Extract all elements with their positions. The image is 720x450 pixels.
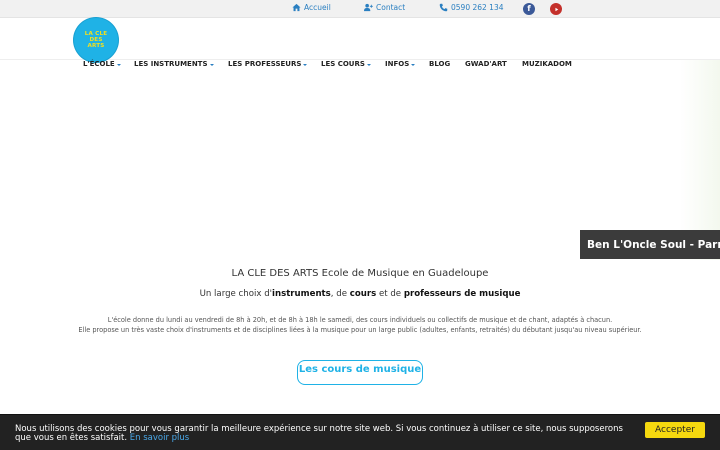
- top-bar: Accueil Contact 0590 262 134 f: [0, 0, 720, 18]
- courses-button[interactable]: Les cours de musique: [297, 360, 423, 385]
- subtitle-instruments: instruments: [272, 289, 331, 299]
- page: Accueil Contact 0590 262 134 f LA CLE DE…: [0, 0, 720, 450]
- youtube-link[interactable]: [550, 3, 562, 15]
- nav-item-label: LES COURS: [321, 60, 365, 68]
- nav-item-label: LES INSTRUMENTS: [134, 60, 208, 68]
- video-title: Ben L'Oncle Soul - Parr: [587, 238, 720, 251]
- school-description: L'école donne du lundi au vendredi de 8h…: [70, 315, 650, 335]
- subtitle-text: , de: [330, 289, 350, 299]
- site-header: LA CLE DES ARTS: [0, 18, 720, 62]
- subtitle-text: et de: [376, 289, 404, 299]
- phone-number: 0590 262 134: [451, 3, 504, 12]
- nav-item-label: GWAD'ART: [465, 60, 507, 68]
- phone-icon: [439, 3, 448, 12]
- nav-item-professeurs[interactable]: LES PROFESSEURS: [228, 60, 308, 68]
- main-nav: L'ÉCOLE LES INSTRUMENTS LES PROFESSEURS …: [0, 60, 720, 74]
- nav-item-label: INFOS: [385, 60, 410, 68]
- nav-item-instruments[interactable]: LES INSTRUMENTS: [134, 60, 214, 68]
- page-title: LA CLE DES ARTS Ecole de Musique en Guad…: [231, 268, 489, 279]
- nav-item-label: L'ÉCOLE: [83, 60, 115, 68]
- contact-link[interactable]: Contact: [364, 3, 405, 12]
- caret-down-icon: [366, 63, 371, 66]
- site-logo[interactable]: LA CLE DES ARTS: [74, 18, 118, 62]
- nav-item-label: MUZIKADOM: [522, 60, 572, 68]
- caret-down-icon: [116, 63, 121, 66]
- description-line: L'école donne du lundi au vendredi de 8h…: [107, 316, 613, 324]
- facebook-link[interactable]: f: [523, 3, 535, 15]
- subtitle-professeurs: professeurs de musique: [403, 289, 521, 299]
- nav-item-infos[interactable]: INFOS: [385, 60, 416, 68]
- nav-item-cours[interactable]: LES COURS: [321, 60, 371, 68]
- contact-link-label: Contact: [376, 3, 406, 12]
- youtube-icon: [554, 7, 558, 11]
- cookie-banner: Nous utilisons des cookies pour vous gar…: [0, 414, 720, 450]
- nav-item-blog[interactable]: BLOG: [429, 60, 450, 68]
- home-link-label: Accueil: [304, 3, 331, 12]
- learn-more-link[interactable]: En savoir plus: [130, 433, 189, 443]
- description-line: Elle propose un très vaste choix d'instr…: [78, 326, 642, 334]
- caret-down-icon: [411, 63, 416, 66]
- page-subtitle: Un large choix d'instruments, de cours e…: [0, 289, 720, 299]
- subtitle-cours: cours: [349, 289, 377, 299]
- nav-item-muzikadom[interactable]: MUZIKADOM: [522, 60, 572, 68]
- caret-down-icon: [303, 63, 308, 66]
- cookie-text: Nous utilisons des cookies pour vous gar…: [15, 424, 623, 443]
- nav-item-label: BLOG: [429, 60, 451, 68]
- nav-item-label: LES PROFESSEURS: [228, 60, 302, 68]
- subtitle-text: Un large choix d': [199, 289, 273, 299]
- video-title-banner[interactable]: Ben L'Oncle Soul - Parr: [580, 230, 720, 259]
- nav-item-ecole[interactable]: L'ÉCOLE: [83, 60, 121, 68]
- home-link[interactable]: Accueil: [292, 3, 331, 12]
- accept-cookies-button[interactable]: Accepter: [645, 422, 705, 438]
- nav-item-gwadart[interactable]: GWAD'ART: [465, 60, 507, 68]
- add-user-icon: [364, 3, 373, 12]
- cookie-message: Nous utilisons des cookies pour vous gar…: [15, 425, 635, 443]
- caret-down-icon: [209, 63, 214, 66]
- home-icon: [292, 3, 301, 12]
- phone-link[interactable]: 0590 262 134: [439, 3, 504, 12]
- facebook-icon: f: [527, 4, 531, 13]
- logo-line-3: ARTS: [87, 43, 105, 49]
